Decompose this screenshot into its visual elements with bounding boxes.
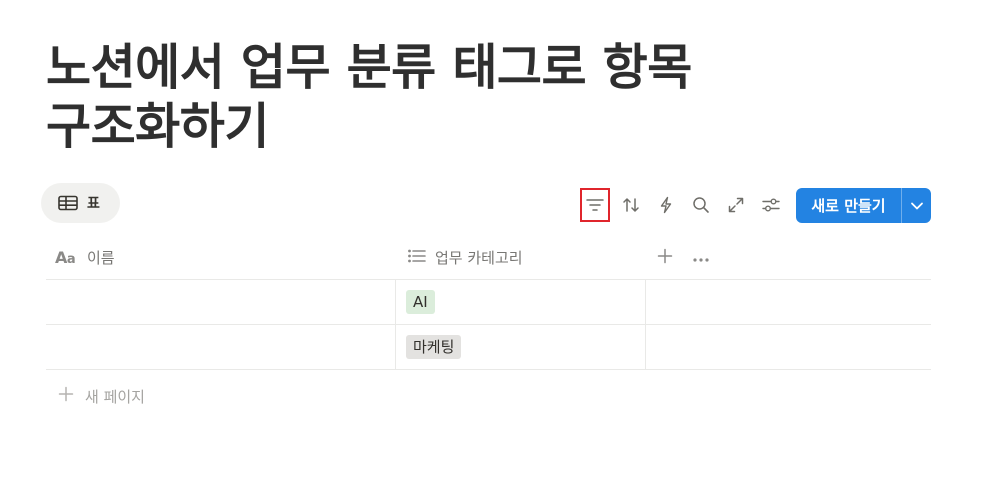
expand-button[interactable] bbox=[721, 188, 751, 222]
table-header-row: Aa 이름 업무 카테고리 bbox=[46, 236, 931, 280]
column-header-label: 이름 bbox=[87, 249, 115, 267]
sort-icon bbox=[622, 196, 640, 214]
settings-button[interactable] bbox=[756, 188, 786, 222]
search-icon bbox=[692, 196, 710, 214]
category-tag: 마케팅 bbox=[406, 335, 462, 359]
title-aa-icon: Aa bbox=[55, 248, 76, 267]
new-page-button[interactable]: 새 페이지 bbox=[58, 384, 145, 408]
expand-icon bbox=[727, 196, 745, 214]
database-table: Aa 이름 업무 카테고리 AI 마케팅 bbox=[46, 236, 931, 370]
cell-category[interactable]: AI bbox=[396, 280, 646, 324]
page-title[interactable]: 노션에서 업무 분류 태그로 항목 구조화하기 bbox=[46, 38, 926, 156]
lightning-icon bbox=[659, 196, 673, 214]
sort-button[interactable] bbox=[616, 188, 646, 222]
cell-name[interactable] bbox=[46, 280, 396, 324]
filter-button[interactable] bbox=[580, 188, 610, 222]
column-header-actions bbox=[646, 236, 931, 279]
new-button-group: 새로 만들기 bbox=[796, 188, 931, 223]
chevron-down-icon bbox=[910, 196, 924, 215]
cell-empty[interactable] bbox=[646, 325, 931, 369]
column-header-category[interactable]: 업무 카테고리 bbox=[396, 236, 646, 279]
sliders-icon bbox=[762, 197, 780, 213]
new-page-label: 새 페이지 bbox=[85, 387, 145, 406]
automation-button[interactable] bbox=[651, 188, 681, 222]
column-header-name[interactable]: Aa 이름 bbox=[46, 236, 396, 279]
filter-icon bbox=[586, 198, 604, 212]
search-button[interactable] bbox=[686, 188, 716, 222]
table-row[interactable]: 마케팅 bbox=[46, 325, 931, 370]
cell-empty[interactable] bbox=[646, 280, 931, 324]
new-button[interactable]: 새로 만들기 bbox=[796, 188, 902, 223]
plus-icon bbox=[657, 248, 673, 268]
new-dropdown-button[interactable] bbox=[902, 188, 931, 223]
more-horizontal-icon bbox=[692, 248, 710, 267]
plus-icon bbox=[58, 386, 74, 406]
cell-category[interactable]: 마케팅 bbox=[396, 325, 646, 369]
cell-name[interactable] bbox=[46, 325, 396, 369]
list-icon bbox=[407, 248, 427, 268]
column-header-label: 업무 카테고리 bbox=[435, 249, 523, 267]
category-tag: AI bbox=[406, 290, 435, 314]
add-property-button[interactable] bbox=[654, 247, 676, 269]
more-options-button[interactable] bbox=[690, 247, 712, 269]
table-row[interactable]: AI bbox=[46, 280, 931, 325]
